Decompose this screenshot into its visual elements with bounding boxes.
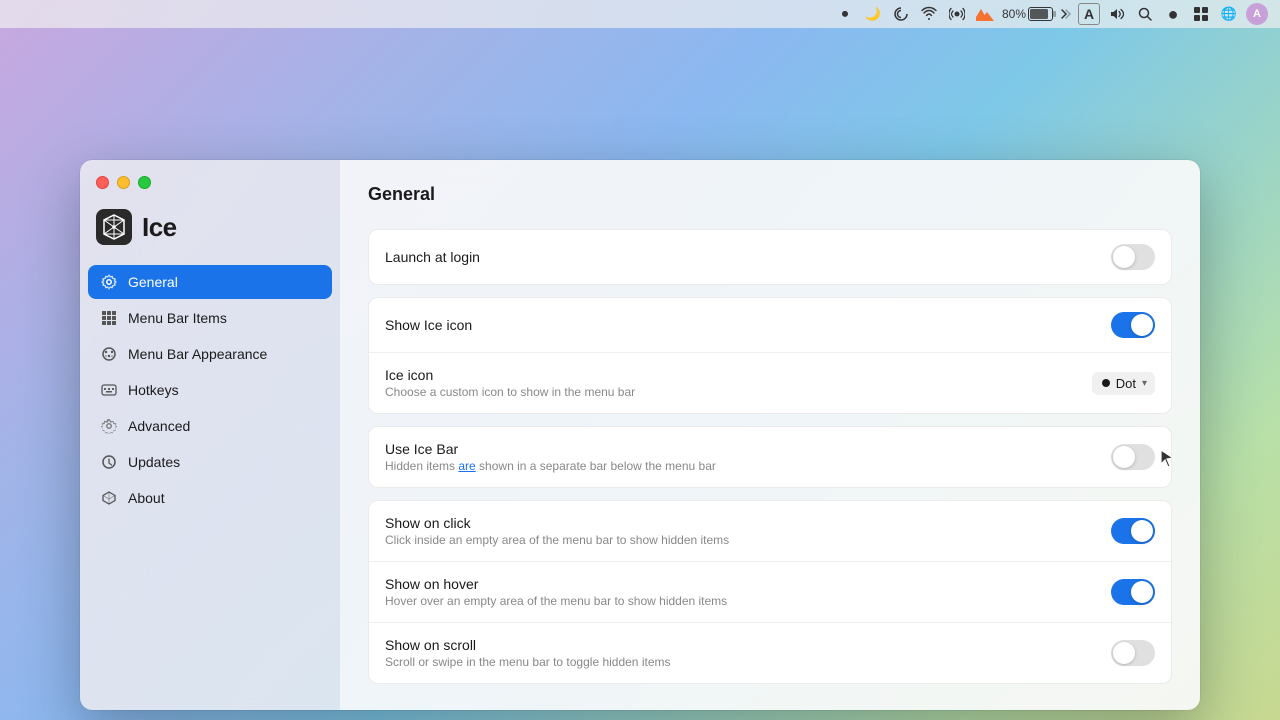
- settings-section-show-options: Show on click Click inside an empty area…: [368, 500, 1172, 684]
- sidebar-item-advanced[interactable]: Advanced: [88, 409, 332, 443]
- show-on-hover-content: Show on hover Hover over an empty area o…: [385, 576, 727, 608]
- show-on-click-sublabel: Click inside an empty area of the menu b…: [385, 533, 729, 547]
- dot-menu-icon[interactable]: ●: [1162, 3, 1184, 25]
- settings-row-show-on-click: Show on click Click inside an empty area…: [369, 501, 1171, 562]
- show-on-click-content: Show on click Click inside an empty area…: [385, 515, 729, 547]
- spiral-icon[interactable]: [890, 3, 912, 25]
- app-logo-icon: [96, 209, 132, 245]
- battery-indicator: 80%: [1002, 7, 1072, 21]
- palette-icon: [100, 345, 118, 363]
- show-on-scroll-content: Show on scroll Scroll or swipe in the me…: [385, 637, 671, 669]
- ice-icon-dropdown[interactable]: Dot ▾: [1092, 372, 1155, 395]
- launch-at-login-label: Launch at login: [385, 249, 480, 265]
- use-ice-bar-toggle[interactable]: [1111, 444, 1155, 470]
- main-content: General Launch at login Show Ice icon: [340, 160, 1200, 710]
- show-on-hover-label: Show on hover: [385, 576, 478, 592]
- world-icon[interactable]: 🌐: [1218, 3, 1240, 25]
- sidebar-item-hotkeys[interactable]: Hotkeys: [88, 373, 332, 407]
- sidebar: Ice General: [80, 160, 340, 710]
- advanced-gear-icon: [100, 417, 118, 435]
- settings-row-show-on-hover: Show on hover Hover over an empty area o…: [369, 562, 1171, 623]
- gear-icon: [100, 273, 118, 291]
- use-ice-bar-content: Use Ice Bar Hidden items are shown in a …: [385, 441, 716, 473]
- show-on-scroll-label: Show on scroll: [385, 637, 476, 653]
- sidebar-label-general: General: [128, 274, 178, 290]
- sidebar-label-menu-bar-appearance: Menu Bar Appearance: [128, 346, 267, 362]
- sidebar-item-menu-bar-appearance[interactable]: Menu Bar Appearance: [88, 337, 332, 371]
- battery-percent: 80%: [1002, 7, 1026, 21]
- ice-icon-value: Dot: [1116, 376, 1136, 391]
- show-ice-icon-label: Show Ice icon: [385, 317, 472, 333]
- settings-row-use-ice-bar: Use Ice Bar Hidden items are shown in a …: [369, 427, 1171, 487]
- wifi-icon[interactable]: [918, 3, 940, 25]
- show-on-hover-toggle[interactable]: [1111, 579, 1155, 605]
- cursor-indicator: [1159, 448, 1172, 473]
- settings-section-login: Launch at login: [368, 229, 1172, 285]
- chevron-down-icon: ▾: [1142, 378, 1147, 389]
- page-title: General: [368, 184, 1172, 205]
- sidebar-label-updates: Updates: [128, 454, 180, 470]
- toggle-thumb: [1113, 246, 1135, 268]
- show-on-scroll-sublabel: Scroll or swipe in the menu bar to toggl…: [385, 655, 671, 669]
- ice-icon-label: Ice icon: [385, 367, 433, 383]
- window-controls: [80, 160, 340, 201]
- updates-icon: [100, 453, 118, 471]
- close-button[interactable]: [96, 176, 109, 189]
- maximize-button[interactable]: [138, 176, 151, 189]
- grid-icon: [100, 309, 118, 327]
- sidebar-item-about[interactable]: About: [88, 481, 332, 515]
- airdrop-icon[interactable]: [946, 3, 968, 25]
- toggle-thumb-4: [1131, 520, 1153, 542]
- use-ice-bar-sublabel: Hidden items are shown in a separate bar…: [385, 459, 716, 473]
- record-icon[interactable]: ⏺: [834, 3, 856, 25]
- sidebar-label-hotkeys: Hotkeys: [128, 382, 179, 398]
- sidebar-item-menu-bar-items[interactable]: Menu Bar Items: [88, 301, 332, 335]
- sidebar-item-general[interactable]: General: [88, 265, 332, 299]
- font-icon[interactable]: A: [1078, 3, 1100, 25]
- toggle-thumb-2: [1131, 314, 1153, 336]
- sidebar-label-menu-bar-items: Menu Bar Items: [128, 310, 227, 326]
- toggle-thumb-6: [1113, 642, 1135, 664]
- nav-list: General Menu: [80, 265, 340, 710]
- toggle-thumb-3: [1113, 446, 1135, 468]
- show-ice-icon-content: Show Ice icon: [385, 317, 472, 333]
- settings-row-show-ice-icon: Show Ice icon: [369, 298, 1171, 353]
- toggle-thumb-5: [1131, 581, 1153, 603]
- minimize-button[interactable]: [117, 176, 130, 189]
- settings-row-launch-at-login: Launch at login: [369, 230, 1171, 284]
- user-avatar[interactable]: A: [1246, 3, 1268, 25]
- use-ice-bar-label: Use Ice Bar: [385, 441, 458, 457]
- sidebar-label-about: About: [128, 490, 165, 506]
- show-on-click-label: Show on click: [385, 515, 471, 531]
- launch-at-login-content: Launch at login: [385, 249, 480, 265]
- menu-bar: ⏺ 🌙: [0, 0, 1280, 28]
- volume-icon[interactable]: [1106, 3, 1128, 25]
- sidebar-label-advanced: Advanced: [128, 418, 190, 434]
- search-icon[interactable]: [1134, 3, 1156, 25]
- settings-section-icon: Show Ice icon Ice icon Choose a custom i…: [368, 297, 1172, 414]
- show-on-hover-sublabel: Hover over an empty area of the menu bar…: [385, 594, 727, 608]
- ice-icon-content: Ice icon Choose a custom icon to show in…: [385, 367, 635, 399]
- creative-cloud-icon[interactable]: [974, 3, 996, 25]
- are-link[interactable]: are: [458, 459, 475, 473]
- app-logo-area: Ice: [80, 201, 340, 265]
- ice-icon-sublabel: Choose a custom icon to show in the menu…: [385, 385, 635, 399]
- app-window: Ice General: [80, 160, 1200, 710]
- dot-icon-preview: [1102, 379, 1110, 387]
- launch-at-login-toggle[interactable]: [1111, 244, 1155, 270]
- ice-bar-toggle-area: [1111, 444, 1155, 470]
- sidebar-item-updates[interactable]: Updates: [88, 445, 332, 479]
- settings-section-ice-bar: Use Ice Bar Hidden items are shown in a …: [368, 426, 1172, 488]
- settings-row-ice-icon: Ice icon Choose a custom icon to show in…: [369, 353, 1171, 413]
- show-on-click-toggle[interactable]: [1111, 518, 1155, 544]
- show-on-scroll-toggle[interactable]: [1111, 640, 1155, 666]
- keyboard-icon: [100, 381, 118, 399]
- settings-row-show-on-scroll: Show on scroll Scroll or swipe in the me…: [369, 623, 1171, 683]
- about-cube-icon: [100, 489, 118, 507]
- menu-bar-icons: ⏺ 🌙: [834, 3, 1268, 25]
- moon-icon[interactable]: 🌙: [862, 3, 884, 25]
- app-name: Ice: [142, 212, 177, 243]
- layout-icon[interactable]: [1190, 3, 1212, 25]
- show-ice-icon-toggle[interactable]: [1111, 312, 1155, 338]
